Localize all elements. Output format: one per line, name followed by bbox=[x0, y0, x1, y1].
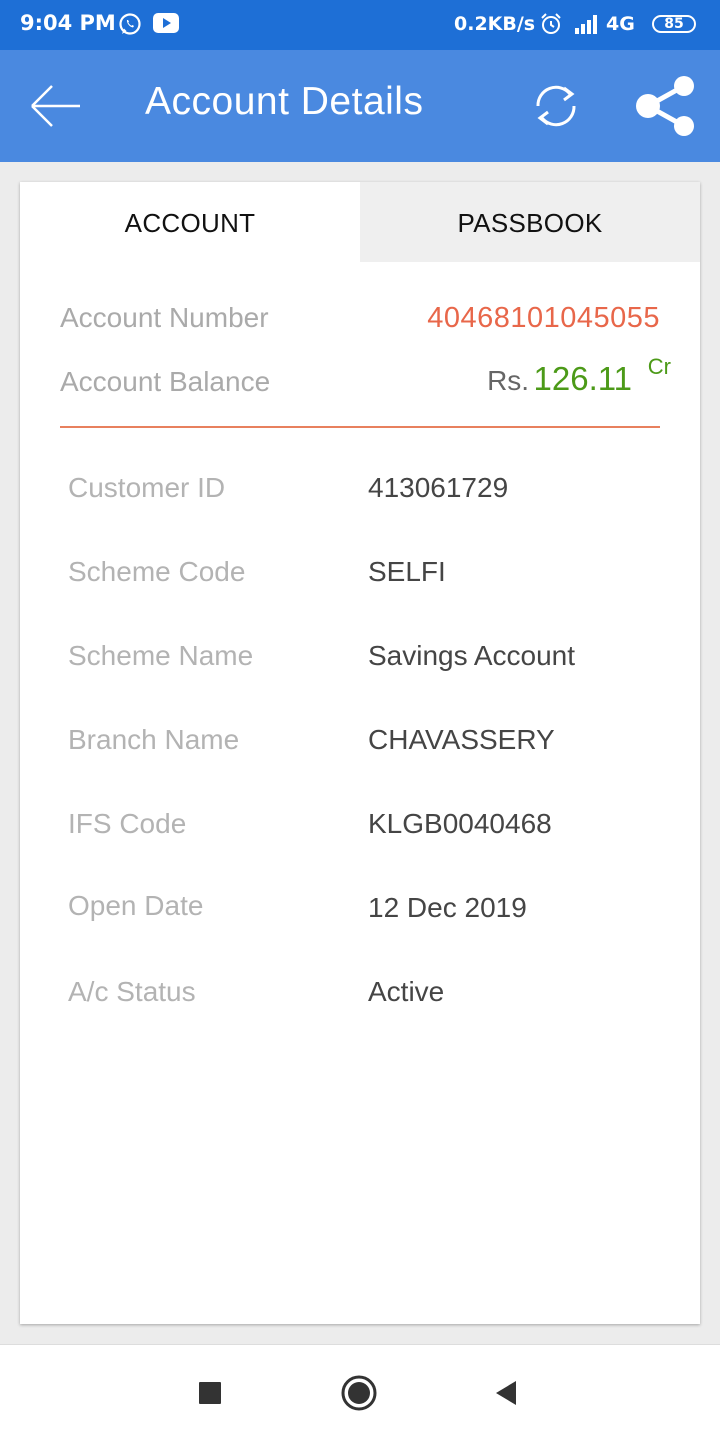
divider bbox=[60, 426, 660, 428]
branch-name-value: CHAVASSERY bbox=[368, 724, 555, 755]
account-balance-label: Account Balance bbox=[60, 366, 271, 397]
scheme-name-label: Scheme Name bbox=[68, 640, 254, 671]
status-time: 9:04 PM bbox=[20, 11, 116, 35]
back-icon[interactable] bbox=[494, 1380, 518, 1406]
scheme-name-value: Savings Account bbox=[368, 640, 576, 671]
branch-name-label: Branch Name bbox=[68, 724, 240, 755]
refresh-icon[interactable] bbox=[530, 80, 582, 132]
page-title: Account Details bbox=[145, 80, 424, 123]
network-speed: 0.2KB/s bbox=[454, 13, 536, 35]
navigation-bar bbox=[0, 1344, 720, 1441]
network-type: 4G bbox=[606, 13, 635, 35]
status-bar: 9:04 PM 0.2KB/s 4G 85 bbox=[0, 0, 720, 50]
tab-account[interactable]: ACCOUNT bbox=[20, 182, 360, 262]
open-date-value: 12 Dec 2019 bbox=[368, 892, 527, 923]
account-card: ACCOUNT PASSBOOK Account Number 40468101… bbox=[20, 182, 700, 1324]
ifs-code-value: KLGB0040468 bbox=[368, 808, 552, 839]
scheme-code-label: Scheme Code bbox=[68, 556, 246, 587]
ac-status-value: Active bbox=[368, 976, 445, 1007]
alarm-icon bbox=[541, 13, 561, 34]
ac-status-label: A/c Status bbox=[68, 976, 196, 1007]
ifs-code-label: IFS Code bbox=[68, 808, 187, 839]
customer-id-value: 413061729 bbox=[368, 472, 509, 503]
battery-icon: 85 bbox=[652, 15, 696, 33]
signal-icon bbox=[575, 15, 597, 34]
account-number: 40468101045055 bbox=[427, 302, 660, 334]
home-icon[interactable] bbox=[341, 1375, 377, 1411]
customer-id-label: Customer ID bbox=[68, 472, 226, 503]
app-bar: Account Details bbox=[0, 50, 720, 162]
tab-bar: ACCOUNT PASSBOOK bbox=[20, 182, 700, 262]
youtube-icon bbox=[153, 13, 179, 33]
whatsapp-icon bbox=[119, 13, 141, 35]
account-balance: Rs. 126.11 bbox=[487, 360, 632, 398]
recent-apps-icon[interactable] bbox=[199, 1382, 221, 1404]
account-number-label: Account Number bbox=[60, 302, 269, 333]
tab-passbook[interactable]: PASSBOOK bbox=[360, 182, 700, 262]
balance-currency: Rs. bbox=[487, 365, 530, 396]
balance-type: Cr bbox=[647, 354, 671, 379]
open-date-label: Open Date bbox=[68, 890, 204, 921]
scheme-code-value: SELFI bbox=[368, 556, 446, 587]
share-icon[interactable] bbox=[632, 72, 700, 140]
balance-value: 126.11 bbox=[533, 360, 632, 397]
back-arrow-icon[interactable] bbox=[30, 82, 82, 130]
